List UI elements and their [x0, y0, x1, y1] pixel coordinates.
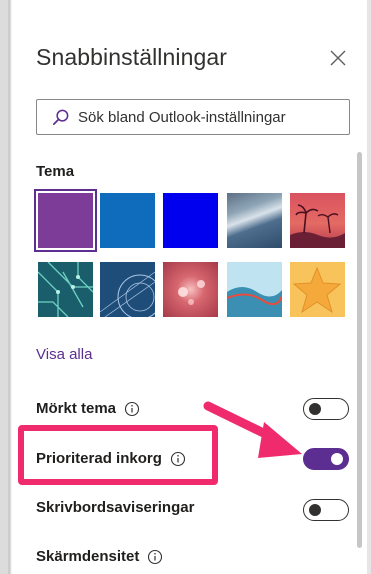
- search-icon: [52, 109, 69, 125]
- toggle-knob: [309, 504, 321, 516]
- bokeh-lights-icon: [178, 280, 205, 305]
- theme-section-title: Tema: [36, 163, 75, 180]
- wave-icon: [227, 287, 282, 317]
- panel-title: Snabbinställningar: [36, 44, 228, 70]
- theme-star[interactable]: [290, 262, 345, 317]
- panel-left-edge: [0, 0, 12, 574]
- setting-label: Skrivbordsaviseringar: [36, 499, 195, 516]
- annotation-arrow-icon: [203, 401, 302, 458]
- setting-label: Mörkt tema: [36, 400, 117, 417]
- see-all-themes-link[interactable]: Visa alla: [36, 346, 92, 363]
- setting-dark-theme: Mörkt tema: [36, 400, 140, 417]
- setting-display-density: Skärmdensitet: [36, 548, 163, 565]
- settings-search[interactable]: [36, 99, 350, 135]
- circuit-pattern-icon: [38, 262, 93, 317]
- close-button[interactable]: [326, 46, 350, 70]
- palm-tree-icon: [290, 204, 345, 248]
- theme-palm-sunset[interactable]: [290, 193, 345, 248]
- search-input[interactable]: [78, 108, 338, 126]
- panel-right-edge: [367, 0, 371, 574]
- theme-purple[interactable]: [34, 189, 97, 252]
- info-icon[interactable]: [147, 549, 163, 565]
- info-icon[interactable]: [124, 401, 140, 417]
- desktop-notifications-toggle[interactable]: [303, 499, 349, 521]
- theme-blue[interactable]: [100, 193, 155, 248]
- setting-label: Skärmdensitet: [36, 548, 140, 565]
- scrollbar[interactable]: [357, 152, 362, 548]
- theme-wave[interactable]: [227, 262, 282, 317]
- star-icon: [292, 266, 342, 314]
- annotation-highlight-box: [18, 425, 218, 485]
- blueprint-pattern-icon: [100, 271, 155, 317]
- theme-bright-blue[interactable]: [163, 193, 218, 248]
- close-icon: [330, 50, 346, 66]
- toggle-knob: [331, 453, 343, 465]
- setting-desktop-notifications: Skrivbordsaviseringar: [36, 499, 194, 516]
- theme-bokeh[interactable]: [163, 262, 218, 317]
- theme-mountain[interactable]: [227, 193, 282, 248]
- theme-circuit[interactable]: [38, 262, 93, 317]
- theme-blueprint[interactable]: [100, 262, 155, 317]
- quick-settings-panel: Snabbinställningar Tema: [0, 0, 371, 574]
